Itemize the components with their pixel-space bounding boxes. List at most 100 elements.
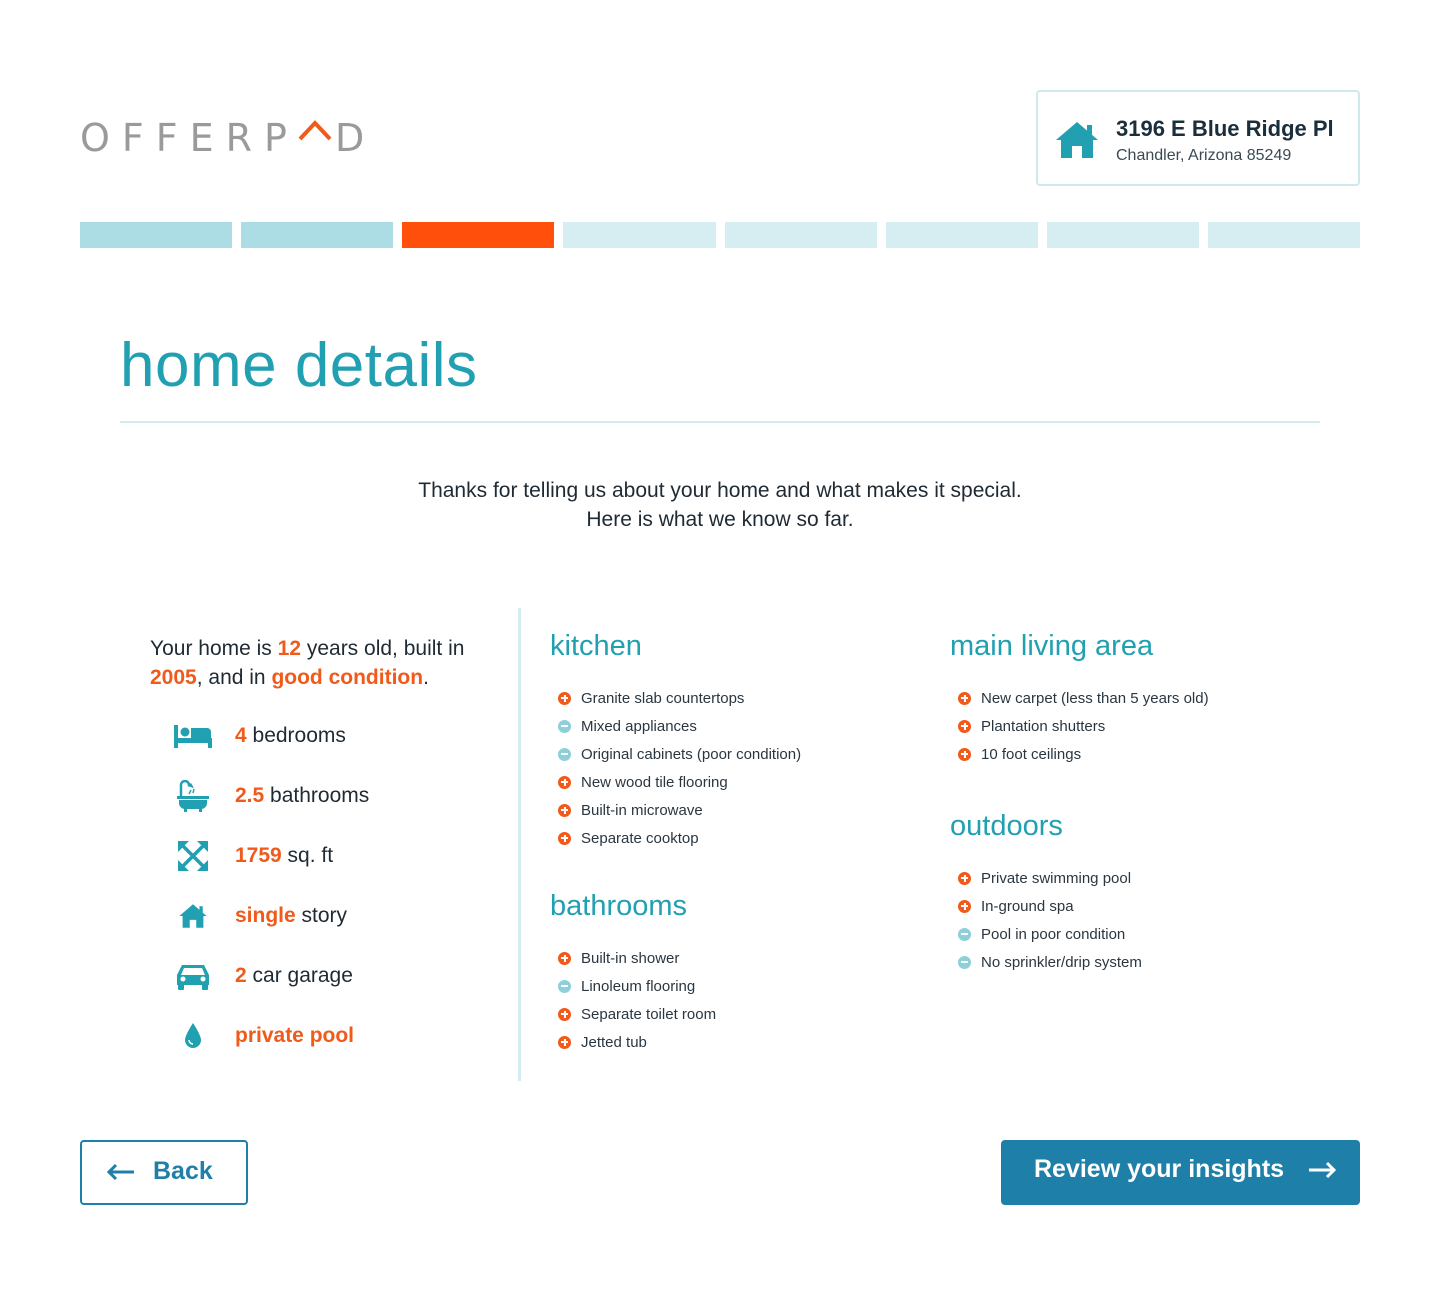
progress-step-4 (563, 222, 716, 248)
feature-row: 2 car garage (172, 956, 353, 996)
feature-text: single story (235, 904, 347, 928)
plus-circle-icon (558, 1007, 571, 1021)
column-divider (518, 608, 521, 1081)
list-item-text: Built-in shower (581, 949, 680, 967)
list-item: New wood tile flooring (550, 768, 801, 796)
list-item: In-ground spa (950, 892, 1142, 920)
section-title-outdoors: outdoors (950, 810, 1063, 842)
list-item-text: Mixed appliances (581, 717, 697, 735)
feature-label: story (295, 904, 348, 927)
car-icon (172, 960, 214, 992)
feature-row: single story (172, 896, 347, 936)
plus-circle-icon (558, 775, 571, 789)
feature-label: bathrooms (264, 784, 370, 807)
section-title-bathrooms: bathrooms (550, 890, 688, 922)
list-item-text: Jetted tub (581, 1033, 647, 1051)
list-item-text: Granite slab countertops (581, 689, 745, 707)
list-item: Built-in shower (550, 944, 716, 972)
outdoors-list: Private swimming pool In-ground spa Pool i… (950, 864, 1142, 976)
list-item-text: New wood tile flooring (581, 773, 728, 791)
list-item-text: Original cabinets (poor condition) (581, 745, 802, 763)
list-item-text: Pool in poor condition (981, 925, 1126, 943)
list-item: Mixed appliances (550, 712, 801, 740)
list-item-text: Built-in microwave (581, 801, 703, 819)
minus-circle-icon (558, 747, 571, 761)
address-street: 3196 E Blue Ridge Pl (1116, 116, 1334, 141)
feature-label: car garage (246, 964, 353, 987)
list-item-text: New carpet (less than 5 years old) (981, 689, 1209, 707)
bed-icon (172, 720, 214, 752)
kitchen-list: Granite slab countertops Mixed appliances… (550, 684, 801, 852)
feature-row: 1759 sq. ft (172, 836, 333, 876)
progress-step-8 (1207, 222, 1360, 248)
feature-value: 2.5 (235, 784, 265, 807)
list-item-text: Private swimming pool (981, 869, 1132, 887)
list-item: Pool in poor condition (950, 920, 1142, 948)
minus-circle-icon (958, 955, 971, 969)
list-item: Linoleum flooring (550, 972, 716, 1000)
feature-list: 4 bedrooms 2.5 bathrooms 1759 sq. ft single… (150, 0, 500, 1100)
list-item-text: No sprinkler/drip system (981, 953, 1142, 971)
water-drop-icon (172, 1020, 214, 1052)
list-item: Separate toilet room (550, 1000, 716, 1028)
feature-value: single (235, 904, 296, 927)
plus-circle-icon (558, 831, 571, 845)
feature-text: 4 bedrooms (235, 724, 346, 748)
feature-value: private pool (235, 1024, 355, 1047)
expand-arrows-icon (172, 840, 214, 872)
plus-circle-icon (958, 871, 971, 885)
list-item: Original cabinets (poor condition) (550, 740, 801, 768)
section-title-main-living-area: main living area (950, 630, 1154, 662)
list-item: No sprinkler/drip system (950, 948, 1142, 976)
list-item-text: In-ground spa (981, 897, 1074, 915)
house-icon (172, 900, 214, 932)
progress-step-6 (885, 222, 1038, 248)
feature-row: 2.5 bathrooms (172, 776, 369, 816)
address-city: Chandler, Arizona 85249 (1116, 147, 1292, 164)
feature-label: bedrooms (246, 724, 346, 747)
plus-circle-icon (558, 803, 571, 817)
feature-value: 1759 (235, 844, 282, 867)
list-item: Jetted tub (550, 1028, 716, 1056)
list-item-text: 10 foot ceilings (981, 745, 1082, 763)
minus-circle-icon (558, 979, 571, 993)
review-insights-label: Review your insights (1034, 1155, 1285, 1183)
arrow-left-icon (106, 1163, 134, 1181)
bathrooms-list: Built-in shower Linoleum flooring Separate… (550, 944, 716, 1056)
list-item: 10 foot ceilings (950, 740, 1209, 768)
plus-circle-icon (558, 951, 571, 965)
plus-circle-icon (958, 747, 971, 761)
list-item-text: Linoleum flooring (581, 977, 696, 995)
list-item: Built-in microwave (550, 796, 801, 824)
plus-circle-icon (558, 1035, 571, 1049)
feature-text: 2 car garage (235, 964, 353, 988)
section-title-kitchen: kitchen (550, 630, 642, 662)
list-item: Plantation shutters (950, 712, 1209, 740)
minus-circle-icon (558, 719, 571, 733)
back-button[interactable]: Back (80, 1140, 248, 1205)
list-item-text: Separate cooktop (581, 829, 699, 847)
feature-value: 4 (235, 724, 247, 747)
review-insights-button[interactable]: Review your insights (1001, 1140, 1360, 1205)
list-item: Separate cooktop (550, 824, 801, 852)
list-item: New carpet (less than 5 years old) (950, 684, 1209, 712)
arrow-right-icon (1309, 1161, 1337, 1179)
address-card: 3196 E Blue Ridge Pl Chandler, Arizona 8… (1036, 90, 1360, 186)
bathtub-icon (172, 780, 214, 812)
main-living-area-list: New carpet (less than 5 years old) Planta… (950, 684, 1209, 768)
feature-text: 1759 sq. ft (235, 844, 333, 868)
plus-circle-icon (958, 719, 971, 733)
plus-circle-icon (958, 691, 971, 705)
minus-circle-icon (958, 927, 971, 941)
feature-text: private pool (235, 1024, 354, 1048)
house-icon (1056, 122, 1098, 158)
back-button-label: Back (153, 1157, 213, 1185)
list-item: Private swimming pool (950, 864, 1142, 892)
list-item-text: Plantation shutters (981, 717, 1106, 735)
progress-step-5 (724, 222, 877, 248)
list-item: Granite slab countertops (550, 684, 801, 712)
progress-step-7 (1046, 222, 1199, 248)
list-item-text: Separate toilet room (581, 1005, 717, 1023)
feature-row: 4 bedrooms (172, 716, 346, 756)
plus-circle-icon (558, 691, 571, 705)
